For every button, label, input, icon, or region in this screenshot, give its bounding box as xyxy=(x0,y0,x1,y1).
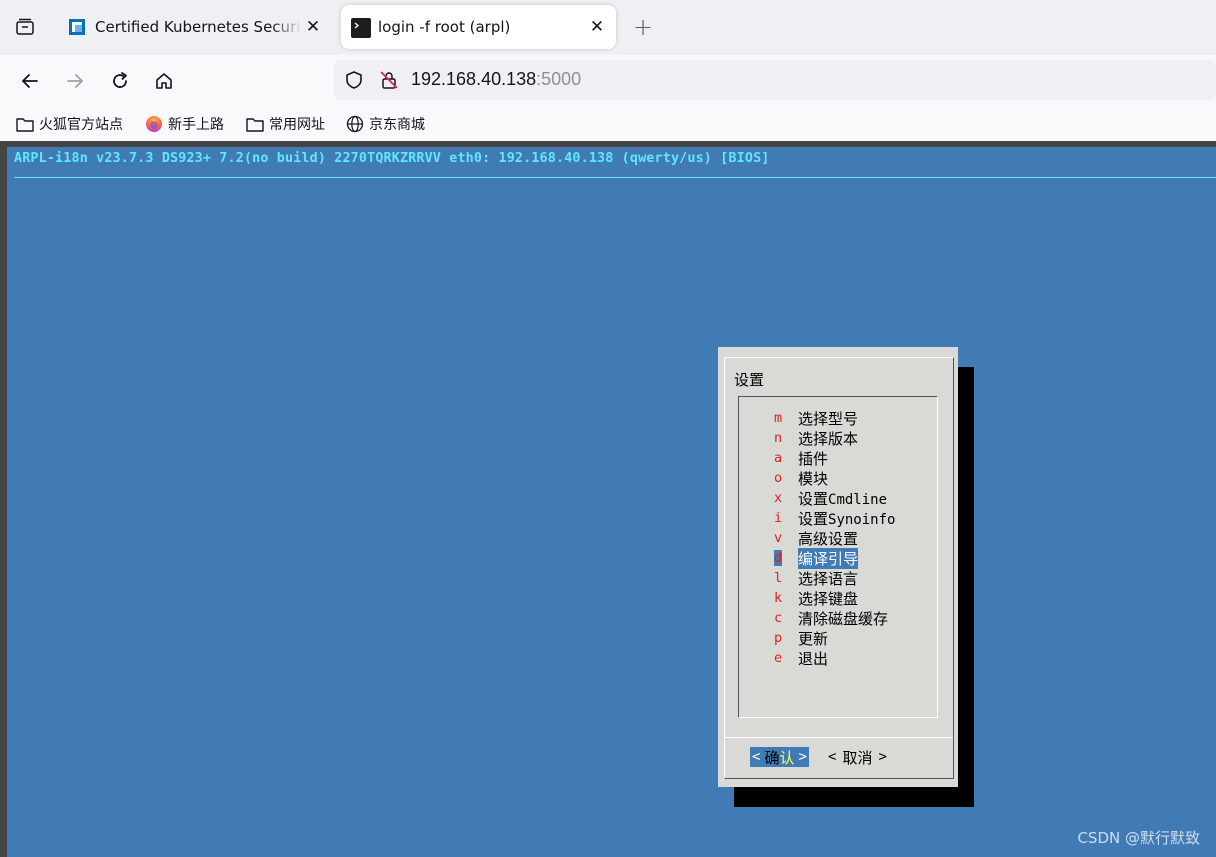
hotkey: a xyxy=(774,450,783,466)
globe-icon xyxy=(346,115,364,133)
terminal-icon xyxy=(351,18,371,38)
menu-label-suffix: Synoinfo xyxy=(828,511,896,528)
hotkey: n xyxy=(774,430,783,446)
insecure-lock-icon[interactable] xyxy=(379,70,399,94)
linux-foundation-icon xyxy=(68,18,86,36)
watermark: CSDN @默行默致 xyxy=(1077,829,1200,847)
menu-label: 退出 xyxy=(798,649,829,668)
menu-label: 选择版本 xyxy=(798,429,859,448)
cancel-label: 取消 xyxy=(842,748,873,767)
menu-label: 更新 xyxy=(798,629,829,648)
ok-button[interactable]: < 确认 > xyxy=(750,747,809,767)
hotkey: i xyxy=(774,510,783,526)
dialog-separator xyxy=(725,737,953,738)
menu-label: 模块 xyxy=(798,469,829,488)
folder-icon xyxy=(16,115,34,133)
menu-label-prefix: 设置 xyxy=(798,509,829,528)
bookmark-label: 新手上路 xyxy=(168,117,224,133)
menu-label: 高级设置 xyxy=(798,529,859,548)
bookmark-firefox-site[interactable]: 火狐官方站点 xyxy=(16,113,123,135)
hotkey: c xyxy=(774,610,783,626)
hotkey: x xyxy=(774,490,783,506)
menu-item-select-model[interactable]: m 选择型号 xyxy=(774,408,858,428)
hotkey: l xyxy=(774,570,783,586)
menu-item-exit[interactable]: e 退出 xyxy=(774,648,828,668)
menu-item-modules[interactable]: o 模块 xyxy=(774,468,828,488)
terminal-screen[interactable] xyxy=(7,147,1216,857)
terminal-area[interactable] xyxy=(0,141,1216,857)
bookmark-common-sites[interactable]: 常用网址 xyxy=(246,113,325,135)
close-tab-icon[interactable]: ✕ xyxy=(302,16,324,38)
button-bracket: > xyxy=(878,749,887,765)
tab-list-icon[interactable] xyxy=(12,14,38,40)
menu-item-synoinfo[interactable]: i 设置Synoinfo xyxy=(774,508,895,528)
button-bracket: > xyxy=(798,749,807,765)
button-bracket: < xyxy=(828,749,837,765)
menu-item-select-language[interactable]: l 选择语言 xyxy=(774,568,858,588)
terminal-header: ARPL-i18n v23.7.3 DS923+ 7.2(no build) 2… xyxy=(14,151,770,166)
menu-label-prefix: 设置 xyxy=(798,489,829,508)
url-text[interactable]: 192.168.40.138:5000 xyxy=(411,69,581,90)
menu-label: 清除磁盘缓存 xyxy=(798,609,889,628)
url-host: 192.168.40.138 xyxy=(411,69,537,89)
menu-item-clean-cache[interactable]: c 清除磁盘缓存 xyxy=(774,608,888,628)
shield-icon[interactable] xyxy=(344,70,364,94)
menu-label: 设置Synoinfo xyxy=(798,508,895,529)
home-icon[interactable] xyxy=(150,67,178,95)
hotkey: d xyxy=(774,550,783,566)
bookmark-label: 京东商城 xyxy=(369,117,425,133)
hotkey: v xyxy=(774,530,783,546)
hotkey: o xyxy=(774,470,783,486)
url-port: :5000 xyxy=(536,69,582,89)
bookmark-label: 火狐官方站点 xyxy=(39,117,123,133)
bookmark-jd-mall[interactable]: 京东商城 xyxy=(346,113,425,135)
tab-terminal[interactable]: login -f root (arpl) ✕ xyxy=(341,5,616,49)
hotkey: k xyxy=(774,590,783,606)
forward-icon[interactable] xyxy=(61,67,89,95)
menu-label: 设置Cmdline xyxy=(798,488,887,509)
hotkey: m xyxy=(774,410,783,426)
menu-label: 选择语言 xyxy=(798,569,859,588)
hotkey: e xyxy=(774,650,783,666)
bookmarks-toolbar: 火狐官方站点 新手上路 常用网址 京东商城 xyxy=(0,107,1216,142)
ok-label-char2: 认 xyxy=(779,748,795,767)
menu-item-select-keymap[interactable]: k 选择键盘 xyxy=(774,588,858,608)
menu-item-update[interactable]: p 更新 xyxy=(774,628,828,648)
menu-label: 编译引导 xyxy=(798,547,859,569)
ok-label-char1: 确 xyxy=(764,748,780,767)
close-tab-icon[interactable]: ✕ xyxy=(586,16,608,38)
menu-label: 选择型号 xyxy=(798,409,859,428)
tab-title: login -f root (arpl) xyxy=(378,18,511,36)
menu-item-build-loader[interactable]: d 编译引导 xyxy=(774,547,859,569)
menu-label-suffix: Cmdline xyxy=(828,491,888,508)
menu-item-cmdline[interactable]: x 设置Cmdline xyxy=(774,488,887,508)
tab-kubernetes[interactable]: Certified Kubernetes Security ✕ xyxy=(58,5,332,49)
new-tab-icon[interactable]: + xyxy=(630,13,656,41)
menu-label: 选择键盘 xyxy=(798,589,859,608)
folder-icon xyxy=(246,115,264,133)
reload-icon[interactable] xyxy=(106,67,134,95)
firefox-icon xyxy=(145,115,163,133)
dialog-title: 设置 xyxy=(734,371,765,389)
menu-item-addons[interactable]: a 插件 xyxy=(774,448,828,468)
bookmark-label: 常用网址 xyxy=(269,117,325,133)
cancel-button[interactable]: < 取消 > xyxy=(828,747,887,767)
hotkey: p xyxy=(774,630,783,646)
menu-item-select-version[interactable]: n 选择版本 xyxy=(774,428,858,448)
button-bracket: < xyxy=(752,749,761,765)
bookmark-getting-started[interactable]: 新手上路 xyxy=(145,113,224,135)
menu-label: 插件 xyxy=(798,449,829,468)
tab-bar: Certified Kubernetes Security ✕ login -f… xyxy=(0,0,1216,55)
tab-title: Certified Kubernetes Security xyxy=(95,18,302,36)
terminal-header-rule xyxy=(14,177,1216,178)
back-icon[interactable] xyxy=(16,67,44,95)
menu-item-advanced[interactable]: v 高级设置 xyxy=(774,528,858,548)
